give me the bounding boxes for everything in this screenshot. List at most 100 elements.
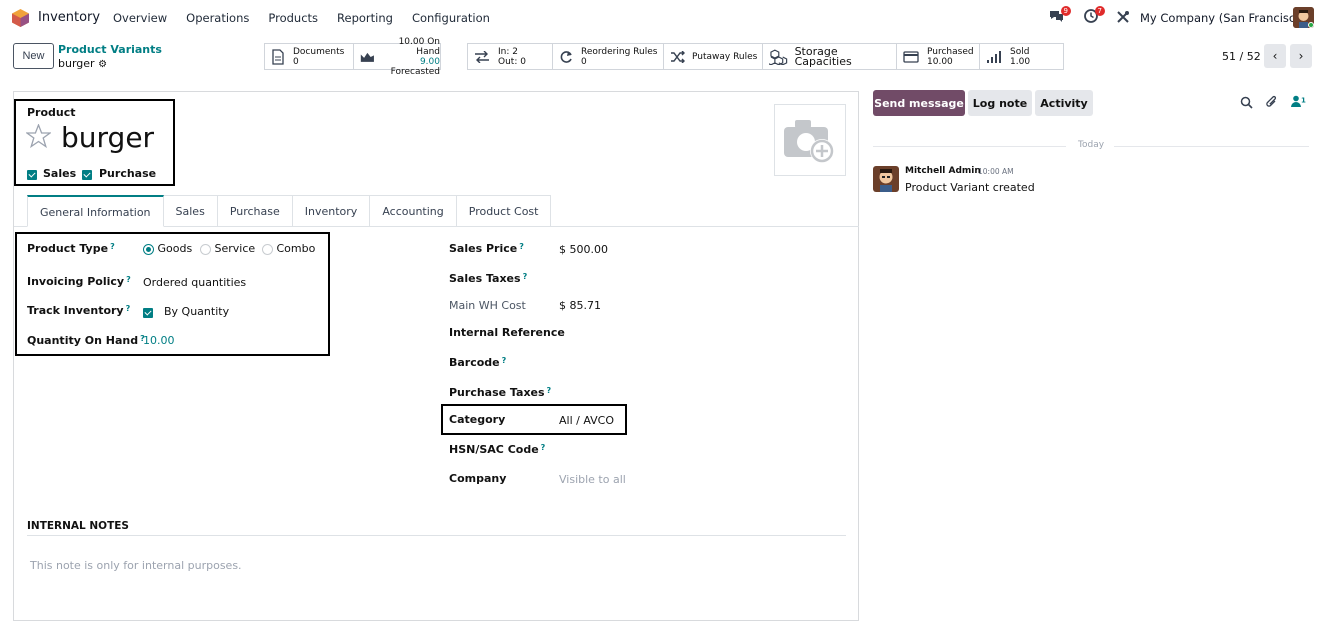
pager-value[interactable]: 51 / 52 [1222,50,1261,63]
help-icon: ? [110,242,115,251]
putaway-rules-button[interactable]: Putaway Rules [663,43,763,70]
tab-product-cost[interactable]: Product Cost [455,195,552,227]
tab-general-information[interactable]: General Information [27,195,164,227]
internal-reference-input[interactable] [559,324,759,340]
area-chart-icon [360,52,374,62]
qty-on-hand-label: Quantity On Hand? [27,334,145,347]
invoicing-policy-select[interactable]: Ordered quantities [143,276,246,289]
help-icon: ? [501,356,507,365]
service-label: Service [214,242,256,255]
chatter-panel [860,78,1326,612]
log-note-button[interactable]: Log note [968,90,1032,116]
internal-notes-editor[interactable]: This note is only for internal purposes. [30,559,242,572]
pager-next-button[interactable]: › [1290,44,1312,68]
breadcrumb-parent[interactable]: Product Variants [58,43,162,56]
menu-reporting[interactable]: Reporting [337,11,393,25]
status-dot [1308,22,1314,28]
refresh-icon [560,50,572,63]
barcode-input[interactable] [559,354,759,370]
category-select[interactable]: All / AVCO [559,414,614,427]
in-count: In: 2 [498,46,518,57]
main-wh-cost-label: Main WH Cost [449,299,526,312]
product-type-service[interactable]: Service [200,242,255,255]
reordering-count: 0 [581,56,587,67]
internal-notes-title: INTERNAL NOTES [27,520,129,532]
new-button[interactable]: New [13,43,54,69]
exchange-icon [475,50,489,63]
purchase-taxes-input[interactable] [559,384,759,400]
message-body: Product Variant created [905,181,1035,194]
send-message-button[interactable]: Send message [873,90,965,116]
storage-label: Storage Capacities [794,44,852,68]
cubes-icon [769,48,788,65]
purchase-taxes-label-text: Purchase Taxes [449,386,545,399]
sales-price-label: Sales Price? [449,242,524,255]
purchased-button[interactable]: Purchased 10.00 [896,43,980,70]
tab-sales[interactable]: Sales [162,195,218,227]
document-icon [272,48,284,65]
sold-label: Sold [1010,46,1030,57]
track-inventory-select[interactable]: By Quantity [164,305,229,318]
sold-button[interactable]: Sold 1.00 [979,43,1064,70]
sales-checkbox[interactable] [27,168,37,181]
documents-button[interactable]: Documents 0 [264,43,354,70]
purchase-checkbox[interactable] [82,168,92,181]
notes-divider [27,535,846,536]
help-icon: ? [546,386,552,395]
forecasted-value: 9.00 [419,56,440,67]
help-icon: ? [522,272,528,281]
author-avatar[interactable] [873,166,899,192]
out-count: Out: 0 [498,56,526,67]
sales-price-input[interactable]: $ 500.00 [559,243,608,256]
forecasted-label: Forecasted [390,66,440,77]
product-image-upload[interactable] [774,104,846,176]
gear-icon[interactable]: ⚙ [98,59,107,70]
reordering-rules-button[interactable]: Reordering Rules 0 [552,43,664,70]
in-out-button[interactable]: In: 2 Out: 0 [467,43,553,70]
purchased-value: 10.00 [927,56,953,67]
messages-button[interactable]: 9 [1048,6,1071,27]
product-name[interactable]: burger [61,121,154,154]
sales-taxes-input[interactable] [559,270,759,286]
on-hand-button[interactable]: 10.00 On Hand 9.00 Forecasted [353,37,441,77]
product-type-combo[interactable]: Combo [262,242,315,255]
tab-inventory[interactable]: Inventory [291,195,371,227]
main-menu: Overview Operations Products Reporting C… [113,11,509,25]
company-select[interactable]: Visible to all [559,473,626,486]
track-inventory-checkbox[interactable] [143,306,153,319]
menu-operations[interactable]: Operations [186,11,249,25]
followers-button[interactable]: 1 [1291,95,1306,110]
hsn-sac-label-text: HSN/SAC Code [449,443,539,456]
hsn-sac-input[interactable] [559,441,759,457]
tab-accounting[interactable]: Accounting [369,195,457,227]
message-author[interactable]: Mitchell Admin [905,166,981,176]
debug-tools-button[interactable] [1116,10,1130,27]
favorite-star-icon[interactable] [26,124,51,148]
inventory-app-icon[interactable] [12,9,29,27]
reordering-label: Reordering Rules [581,46,658,57]
menu-overview[interactable]: Overview [113,11,167,25]
pager-previous-button[interactable]: ‹ [1264,44,1286,68]
checkbox-checked-icon [27,170,37,180]
app-name[interactable]: Inventory [38,10,100,25]
track-inventory-label: Track Inventory? [27,304,130,317]
activities-button[interactable]: 7 [1083,6,1105,27]
tools-icon [1117,11,1129,23]
tab-purchase[interactable]: Purchase [216,195,293,227]
qty-on-hand-value[interactable]: 10.00 [143,334,175,347]
menu-configuration[interactable]: Configuration [412,11,490,25]
radio-unchecked-icon [262,243,273,255]
category-label: Category [449,413,506,426]
storage-capacities-button[interactable]: Storage Capacities [762,43,897,70]
activity-button[interactable]: Activity [1035,90,1093,116]
product-type-goods[interactable]: Goods [143,242,192,255]
company-switcher[interactable]: My Company (San Francisco) [1140,11,1307,25]
paperclip-icon[interactable] [1265,95,1278,109]
menu-products[interactable]: Products [268,11,318,25]
notebook-tabs: General Information Sales Purchase Inven… [27,195,552,227]
checkbox-checked-icon [82,170,92,180]
search-icon[interactable] [1240,96,1253,109]
help-icon: ? [519,242,524,251]
purchase-checkbox-label: Purchase [99,167,157,180]
user-avatar[interactable] [1293,7,1314,28]
